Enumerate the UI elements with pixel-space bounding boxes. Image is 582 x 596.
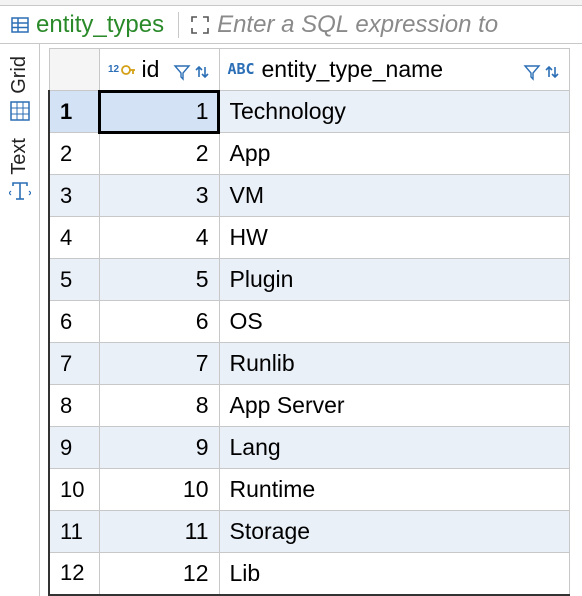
cell-entity-type-name[interactable]: HW (219, 217, 569, 259)
row-number[interactable]: 1 (49, 91, 99, 133)
view-tab-label: Text (8, 138, 31, 175)
cell-entity-type-name[interactable]: Lib (219, 553, 569, 595)
cell-entity-type-name[interactable]: Plugin (219, 259, 569, 301)
view-tab-grid[interactable]: Grid (0, 48, 39, 130)
cell-entity-type-name[interactable]: VM (219, 175, 569, 217)
filter-icon[interactable] (523, 61, 541, 79)
cell-id[interactable]: 2 (99, 133, 219, 175)
row-number[interactable]: 9 (49, 427, 99, 469)
row-number[interactable]: 3 (49, 175, 99, 217)
filter-icon[interactable] (173, 61, 191, 79)
expand-icon[interactable] (189, 14, 211, 36)
cell-id[interactable]: 9 (99, 427, 219, 469)
cell-id[interactable]: 11 (99, 511, 219, 553)
row-number[interactable]: 7 (49, 343, 99, 385)
row-number[interactable]: 4 (49, 217, 99, 259)
table-name[interactable]: entity_types (36, 11, 168, 39)
cell-id[interactable]: 6 (99, 301, 219, 343)
cell-id[interactable]: 3 (99, 175, 219, 217)
text-icon (9, 180, 31, 202)
sort-icon[interactable] (543, 61, 561, 79)
cell-entity-type-name[interactable]: OS (219, 301, 569, 343)
sort-icon[interactable] (193, 61, 211, 79)
column-header-id[interactable]: 12 id (99, 49, 219, 91)
cell-entity-type-name[interactable]: App Server (219, 385, 569, 427)
cell-id[interactable]: 10 (99, 469, 219, 511)
cell-id[interactable]: 12 (99, 553, 219, 595)
string-icon: ABC (228, 60, 256, 80)
cell-entity-type-name[interactable]: Storage (219, 511, 569, 553)
corner-cell[interactable] (49, 49, 99, 91)
column-name: id (142, 56, 167, 83)
cell-entity-type-name[interactable]: Runtime (219, 469, 569, 511)
cell-entity-type-name[interactable]: Technology (219, 91, 569, 133)
sql-expression-input[interactable]: Enter a SQL expression to (217, 11, 498, 39)
column-name: entity_type_name (262, 56, 517, 83)
table-icon (10, 15, 30, 35)
svg-text:12: 12 (108, 64, 120, 75)
view-tab-label: Grid (8, 56, 31, 94)
cell-entity-type-name[interactable]: App (219, 133, 569, 175)
key-int-icon: 12 (108, 60, 136, 80)
row-number[interactable]: 11 (49, 511, 99, 553)
divider (178, 12, 179, 38)
cell-entity-type-name[interactable]: Runlib (219, 343, 569, 385)
cell-id[interactable]: 8 (99, 385, 219, 427)
cell-id[interactable]: 4 (99, 217, 219, 259)
row-number[interactable]: 8 (49, 385, 99, 427)
row-number[interactable]: 5 (49, 259, 99, 301)
cell-id[interactable]: 1 (99, 91, 219, 133)
view-tab-text[interactable]: Text (0, 130, 39, 211)
view-sidebar: Grid Text (0, 44, 40, 596)
row-number[interactable]: 12 (49, 553, 99, 595)
grid-icon (9, 100, 31, 122)
row-number[interactable]: 10 (49, 469, 99, 511)
row-number[interactable]: 2 (49, 133, 99, 175)
row-number[interactable]: 6 (49, 301, 99, 343)
data-grid: 12 id ABC entity_type_name (40, 44, 582, 596)
cell-id[interactable]: 5 (99, 259, 219, 301)
cell-id[interactable]: 7 (99, 343, 219, 385)
cell-entity-type-name[interactable]: Lang (219, 427, 569, 469)
column-header-entity-type-name[interactable]: ABC entity_type_name (219, 49, 569, 91)
tab-bar: entity_types Enter a SQL expression to (0, 6, 582, 44)
